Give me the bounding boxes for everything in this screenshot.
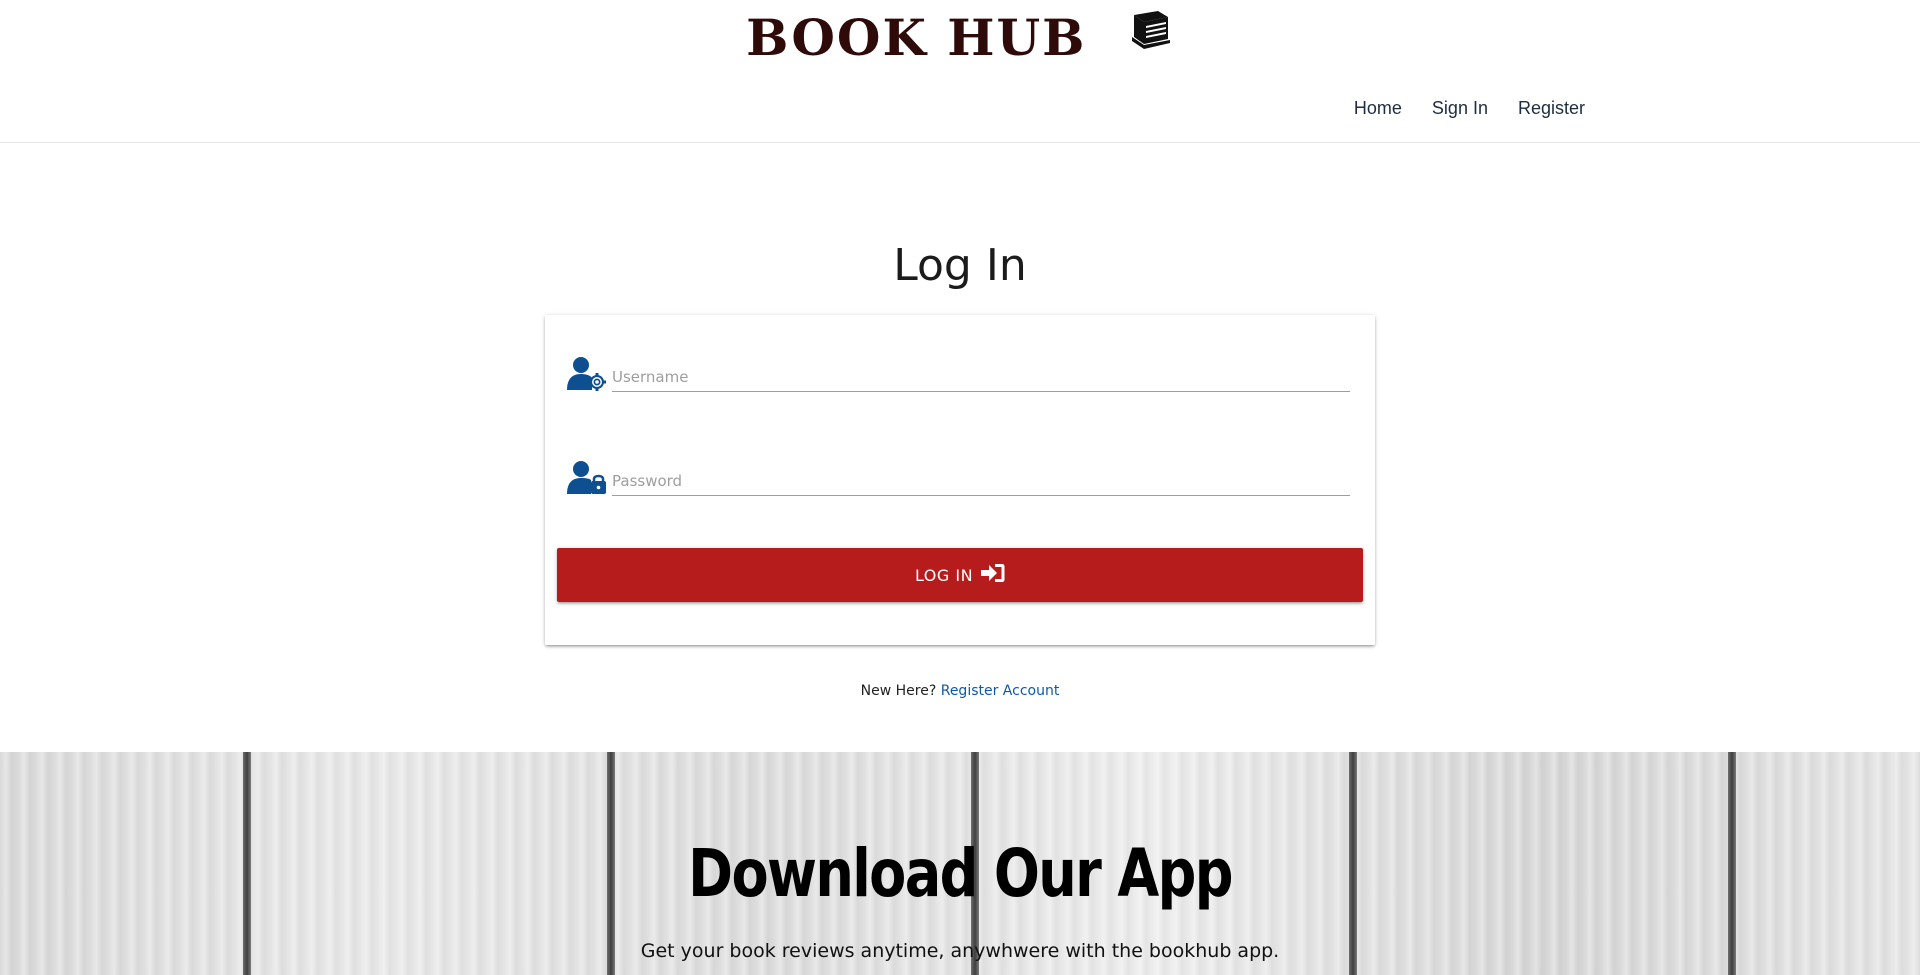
nav-register[interactable]: Register <box>1518 98 1585 119</box>
username-field <box>567 352 1357 402</box>
page-title: Log In <box>893 240 1027 291</box>
login-button-label: Log In <box>914 565 974 585</box>
user-lock-icon <box>567 460 607 496</box>
login-button[interactable]: Log In <box>557 548 1363 602</box>
sign-in-icon <box>981 563 1005 587</box>
brand-text: BOOK HUB <box>746 8 1087 67</box>
main-nav: Home Sign In Register <box>1354 98 1585 119</box>
register-account-link[interactable]: Register Account <box>941 683 1060 699</box>
nav-sign-in[interactable]: Sign In <box>1432 98 1488 119</box>
username-input[interactable] <box>612 362 1350 392</box>
password-field <box>567 456 1357 506</box>
banner-subtitle: Get your book reviews anytime, anywhwere… <box>640 940 1280 962</box>
register-prompt-text: New Here? <box>860 683 937 699</box>
banner-title: Download Our App <box>688 835 1233 912</box>
password-input[interactable] <box>612 466 1350 496</box>
book-stack-icon <box>1128 6 1174 65</box>
site-header: BOOK HUB Home Sign In Register <box>0 0 1920 143</box>
register-prompt: New Here? Register Account <box>0 683 1920 699</box>
user-gear-icon <box>567 356 607 392</box>
site-logo[interactable]: BOOK HUB <box>0 8 1920 67</box>
nav-home[interactable]: Home <box>1354 98 1402 119</box>
